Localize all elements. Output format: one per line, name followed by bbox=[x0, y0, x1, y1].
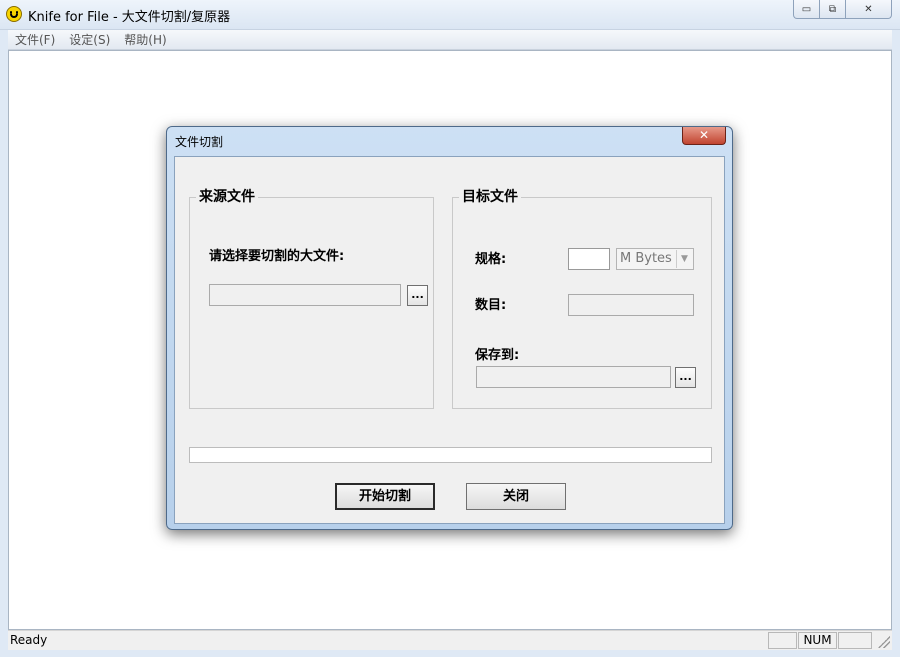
source-path-field[interactable] bbox=[209, 284, 401, 306]
target-file-group: 目标文件 规格: M Bytes ▼ 数目: 保存到: ... bbox=[452, 189, 712, 409]
resize-grip[interactable] bbox=[878, 636, 890, 648]
start-split-button[interactable]: 开始切割 bbox=[335, 483, 435, 510]
status-pane-scrl bbox=[838, 632, 872, 649]
save-browse-button[interactable]: ... bbox=[675, 367, 696, 388]
count-label: 数目: bbox=[475, 298, 507, 313]
menu-file[interactable]: 文件(F) bbox=[8, 31, 62, 48]
count-field bbox=[568, 294, 694, 316]
size-input[interactable] bbox=[568, 248, 610, 270]
close-button[interactable]: ✕ bbox=[846, 0, 892, 19]
size-label: 规格: bbox=[475, 252, 507, 267]
progress-bar bbox=[189, 447, 712, 463]
source-prompt-label: 请选择要切割的大文件: bbox=[209, 249, 345, 264]
split-dialog: 文件切割 ✕ 来源文件 请选择要切割的大文件: ... 目标文件 规格: M B… bbox=[166, 126, 733, 530]
status-pane-caps bbox=[768, 632, 797, 649]
dialog-close-action-button[interactable]: 关闭 bbox=[466, 483, 566, 510]
window-title: Knife for File - 大文件切割/复原器 bbox=[28, 10, 231, 25]
target-group-title: 目标文件 bbox=[459, 189, 521, 205]
menu-help[interactable]: 帮助(H) bbox=[117, 31, 173, 48]
unit-select-value: M Bytes bbox=[620, 251, 672, 266]
dialog-title: 文件切割 bbox=[175, 135, 224, 149]
source-browse-button[interactable]: ... bbox=[407, 285, 428, 306]
source-group-title: 来源文件 bbox=[196, 189, 258, 205]
source-file-group: 来源文件 请选择要切割的大文件: ... bbox=[189, 189, 434, 409]
title-bar: Knife for File - 大文件切割/复原器 ▭ ⧉ ✕ bbox=[0, 0, 900, 30]
status-bar: Ready NUM bbox=[8, 630, 892, 650]
maximize-button[interactable]: ⧉ bbox=[820, 0, 846, 19]
status-text: Ready bbox=[10, 633, 48, 647]
save-path-field[interactable] bbox=[476, 366, 671, 388]
smiley-icon bbox=[6, 6, 22, 22]
save-to-label: 保存到: bbox=[475, 348, 520, 363]
menu-settings[interactable]: 设定(S) bbox=[62, 31, 117, 48]
unit-select[interactable]: M Bytes ▼ bbox=[616, 248, 694, 270]
dialog-body: 来源文件 请选择要切割的大文件: ... 目标文件 规格: M Bytes ▼ … bbox=[174, 156, 725, 524]
menu-bar: 文件(F) 设定(S) 帮助(H) bbox=[8, 30, 892, 50]
dialog-close-button[interactable]: ✕ bbox=[682, 127, 726, 145]
chevron-down-icon[interactable]: ▼ bbox=[676, 250, 692, 268]
window-controls: ▭ ⧉ ✕ bbox=[793, 0, 892, 20]
status-pane-num: NUM bbox=[798, 632, 837, 649]
minimize-button[interactable]: ▭ bbox=[793, 0, 820, 19]
